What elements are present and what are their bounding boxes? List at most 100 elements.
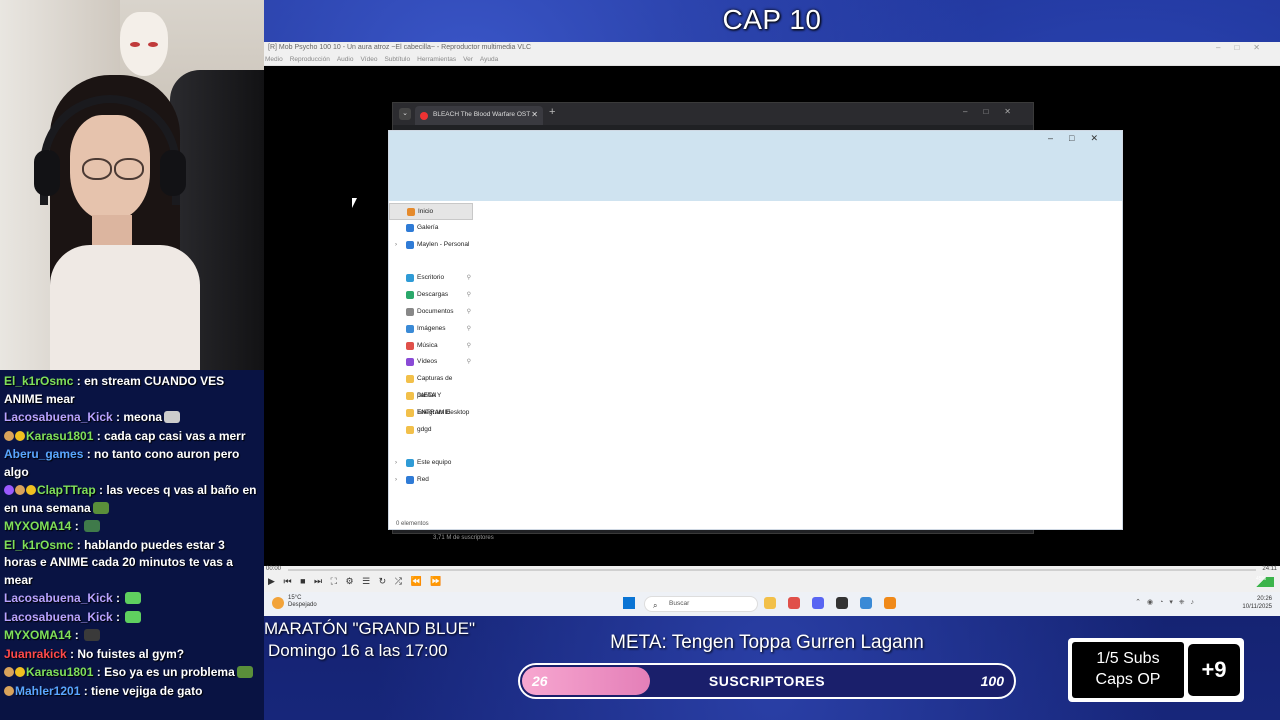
loop-icon[interactable]: ↻: [379, 576, 387, 587]
nav-item[interactable]: › Este equipo: [389, 455, 473, 472]
nav-item[interactable]: gdgd: [389, 422, 473, 439]
streamer-top: [50, 245, 200, 370]
videos-icon: [406, 358, 414, 367]
vlc-menu-item[interactable]: Medio: [265, 56, 283, 63]
chevron-right-icon[interactable]: ›: [395, 237, 397, 254]
explorer-window-controls[interactable]: –□✕: [1048, 133, 1114, 144]
nav-item[interactable]: Descargas ⚲: [389, 287, 473, 304]
fullscreen-icon[interactable]: ⛶: [331, 576, 337, 587]
chat-badge-icon: [4, 485, 14, 495]
nav-item[interactable]: Telegram Desktop: [389, 405, 473, 422]
obs-app-icon[interactable]: [836, 597, 848, 609]
chat-emote-icon: [84, 520, 101, 532]
tab-close-icon[interactable]: ✕: [531, 106, 538, 124]
seek-bar[interactable]: [288, 569, 1256, 571]
chat-message: Mahler1201 : tiene vejiga de gato: [4, 683, 260, 701]
nav-item[interactable]: › Red: [389, 472, 473, 489]
new-tab-plus-icon[interactable]: +: [549, 106, 555, 118]
video-area[interactable]: ⌄ BLEACH The Blood Warfare OST ✕ + –□✕ 3…: [264, 66, 1280, 566]
chat-message: MYXOMA14 :: [4, 627, 260, 645]
explorer-nav-pane: Inicio Galería › Maylen - Personal Escritori…: [389, 203, 473, 489]
marathon-time: Domingo 16 a las 17:00: [268, 641, 448, 660]
chat-username[interactable]: MYXOMA14: [4, 628, 71, 642]
nav-item-label: Red: [417, 476, 429, 484]
nav-item[interactable]: Documentos ⚲: [389, 304, 473, 321]
system-tray[interactable]: ⌃◉◔▾⎈♪: [1135, 598, 1200, 607]
computer-icon: [406, 459, 414, 468]
chevron-right-icon[interactable]: ›: [395, 455, 397, 472]
chevron-right-icon[interactable]: ›: [395, 472, 397, 489]
stop-icon[interactable]: ■: [300, 576, 305, 586]
app-blue-icon[interactable]: [860, 597, 872, 609]
chat-message: MYXOMA14 :: [4, 518, 260, 536]
headset-ear-right: [160, 150, 186, 196]
previous-icon[interactable]: ⏮: [283, 576, 291, 587]
chat-username[interactable]: Lacosabuena_Kick: [4, 591, 113, 605]
weather-widget[interactable]: 15°C Despejado: [288, 595, 317, 609]
chat-username[interactable]: MYXOMA14: [4, 519, 71, 533]
browser-tab-strip[interactable]: ⌄ BLEACH The Blood Warfare OST ✕ + –□✕: [393, 103, 1033, 125]
vlc-window-controls[interactable]: –□✕: [1216, 42, 1274, 54]
frame-forward-icon[interactable]: ⏩: [430, 576, 441, 587]
nav-item[interactable]: Vídeos ⚲: [389, 354, 473, 371]
nav-item[interactable]: Capturas de pantall: [389, 371, 473, 399]
windows-start-icon[interactable]: [623, 597, 635, 609]
vlc-menu-item[interactable]: Ver: [463, 56, 473, 63]
settings-icon[interactable]: ⚙: [345, 576, 353, 587]
chat-username[interactable]: Juanrakick: [4, 647, 67, 661]
chat-username[interactable]: El_k1rOsmc: [4, 374, 73, 388]
pin-icon: ⚲: [466, 342, 471, 349]
nav-item[interactable]: Música ⚲: [389, 338, 473, 355]
next-icon[interactable]: ⏭: [314, 576, 322, 587]
nav-item[interactable]: Escritorio ⚲: [389, 270, 473, 287]
explorer-app-icon[interactable]: [764, 597, 776, 609]
chat-username[interactable]: Karasu1801: [26, 429, 93, 443]
nav-item[interactable]: › Maylen - Personal: [389, 237, 473, 254]
tab-search-chevron-icon[interactable]: ⌄: [399, 108, 411, 120]
vlc-menu-item[interactable]: Audio: [337, 56, 354, 63]
chat-emote-icon: [84, 629, 101, 641]
chat-username[interactable]: Mahler1201: [15, 684, 80, 698]
file-explorer-window[interactable]: –□✕ Inicio Galería › Maylen - Personal Escri…: [388, 130, 1123, 530]
frame-back-icon[interactable]: ⏪: [410, 576, 421, 587]
chat-emote-icon: [125, 610, 142, 623]
discord-app-icon[interactable]: [812, 597, 824, 609]
taskbar-search[interactable]: ⌕ Buscar: [644, 596, 758, 612]
taskbar-clock[interactable]: 20:26 10/11/2025: [1242, 595, 1272, 611]
weather-moon-icon[interactable]: [272, 597, 284, 609]
browser-tab[interactable]: BLEACH The Blood Warfare OST ✕: [415, 106, 543, 125]
chat-username[interactable]: Karasu1801: [26, 665, 93, 679]
goal-max: 100: [980, 673, 1004, 689]
nav-item[interactable]: DIETA Y ENTRAMIE: [389, 388, 473, 416]
vlc-menu-item[interactable]: Ayuda: [480, 56, 498, 63]
explorer-header[interactable]: –□✕: [389, 131, 1122, 201]
kitsune-mask-icon: [120, 12, 168, 76]
playlist-icon[interactable]: ☰: [362, 576, 370, 587]
nav-item[interactable]: Inicio: [389, 203, 473, 220]
subs-plus-count: +9: [1188, 644, 1240, 696]
chat-username[interactable]: El_k1rOsmc: [4, 538, 73, 552]
browser-window-controls[interactable]: –□✕: [963, 107, 1027, 116]
vlc-menu-item[interactable]: Vídeo: [360, 56, 377, 63]
vlc-menu-item[interactable]: Reproducción: [290, 56, 330, 63]
chat-username[interactable]: Lacosabuena_Kick: [4, 610, 113, 624]
chat-username[interactable]: Lacosabuena_Kick: [4, 410, 113, 424]
folder-icon: [406, 375, 414, 384]
browser-tab-title: BLEACH The Blood Warfare OST: [433, 111, 531, 118]
chat-username[interactable]: ClapTTrap: [37, 483, 96, 497]
play-icon[interactable]: ▶: [268, 576, 275, 587]
vlc-menu-bar[interactable]: Medio Reproducción Audio Vídeo Subtítulo Herr…: [264, 54, 1280, 66]
chat-username[interactable]: Aberu_games: [4, 447, 83, 461]
vlc-title-bar[interactable]: [R] Mob Psycho 100 10 - Un aura atroz ~E…: [264, 42, 1280, 54]
time-elapsed: 00:00: [266, 566, 282, 572]
vlc-menu-item[interactable]: Subtítulo: [384, 56, 410, 63]
chrome-app-icon[interactable]: [788, 597, 800, 609]
nav-item[interactable]: Imágenes ⚲: [389, 321, 473, 338]
vlc-menu-item[interactable]: Herramientas: [417, 56, 456, 63]
nav-item[interactable]: Galería: [389, 220, 473, 237]
shuffle-icon[interactable]: ⤮: [395, 576, 402, 587]
vlc-window[interactable]: [R] Mob Psycho 100 10 - Un aura atroz ~E…: [264, 42, 1280, 616]
vlc-app-icon[interactable]: [884, 597, 896, 609]
chat-badge-icon: [26, 485, 36, 495]
